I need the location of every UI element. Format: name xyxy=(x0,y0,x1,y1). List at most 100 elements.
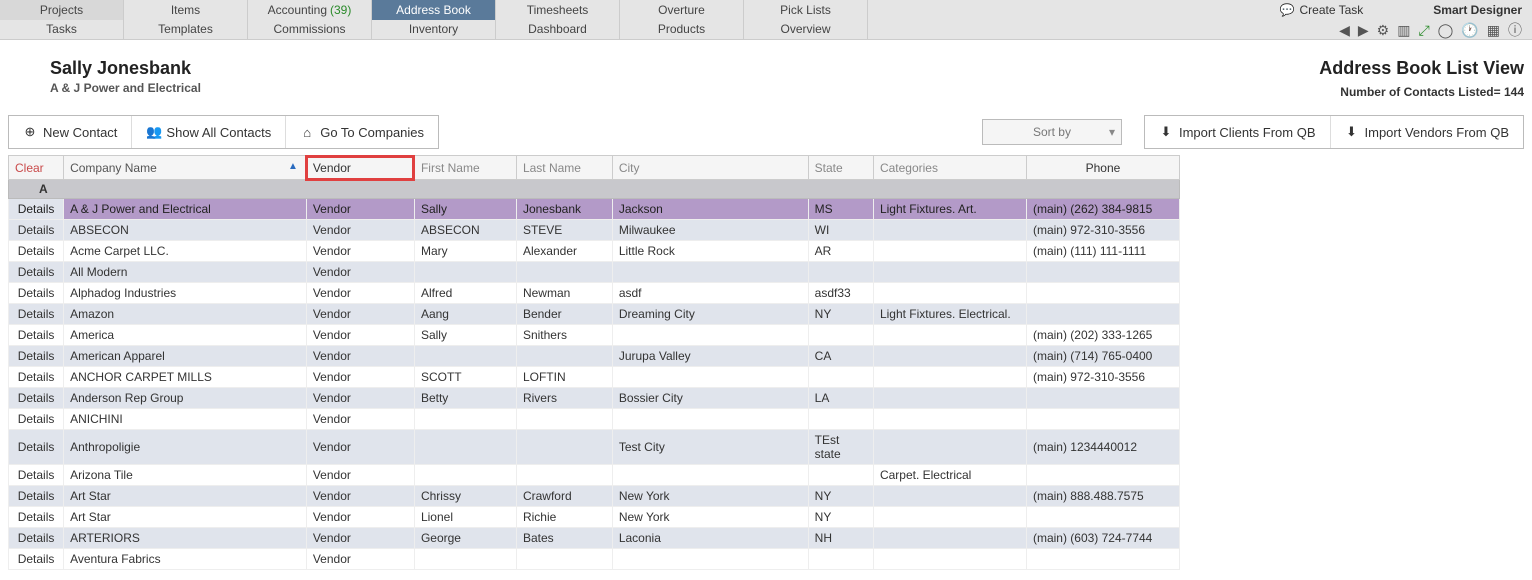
city-cell: asdf xyxy=(612,283,808,304)
nav-tab-commissions[interactable]: Commissions xyxy=(248,20,372,40)
city-header[interactable]: City xyxy=(612,156,808,180)
nav-tab-overview[interactable]: Overview xyxy=(744,20,868,40)
type-cell: Vendor xyxy=(306,528,414,549)
cat-cell xyxy=(873,430,1026,465)
first-cell: SCOTT xyxy=(414,367,516,388)
phone-cell: (main) (111) 111-1111 xyxy=(1026,241,1179,262)
create-task-button[interactable]: 💬 Create Task xyxy=(1279,0,1363,20)
details-cell[interactable]: Details xyxy=(9,346,64,367)
first-cell: Alfred xyxy=(414,283,516,304)
table-row[interactable]: DetailsANCHOR CARPET MILLSVendorSCOTTLOF… xyxy=(9,367,1180,388)
details-cell[interactable]: Details xyxy=(9,486,64,507)
type-cell: Vendor xyxy=(306,304,414,325)
sort-by-dropdown[interactable]: Sort by xyxy=(982,119,1122,145)
table-row[interactable]: DetailsArizona TileVendorCarpet. Electri… xyxy=(9,465,1180,486)
section-letter: A xyxy=(9,180,1180,199)
details-cell[interactable]: Details xyxy=(9,388,64,409)
home-icon: ⌂ xyxy=(300,125,314,140)
table-row[interactable]: DetailsAmazonVendorAangBenderDreaming Ci… xyxy=(9,304,1180,325)
show-all-contacts-button[interactable]: 👥 Show All Contacts xyxy=(132,116,286,148)
details-cell[interactable]: Details xyxy=(9,549,64,570)
nav-tab-dashboard[interactable]: Dashboard xyxy=(496,20,620,40)
grid-icon[interactable]: ▦ xyxy=(1487,22,1500,39)
type-cell: Vendor xyxy=(306,465,414,486)
table-row[interactable]: DetailsAlphadog IndustriesVendorAlfredNe… xyxy=(9,283,1180,304)
phone-cell xyxy=(1026,262,1179,283)
table-row[interactable]: DetailsA & J Power and ElectricalVendorS… xyxy=(9,199,1180,220)
import-clients-button[interactable]: ⬇ Import Clients From QB xyxy=(1145,116,1331,148)
import-vendors-button[interactable]: ⬇ Import Vendors From QB xyxy=(1331,116,1524,148)
cat-cell xyxy=(873,528,1026,549)
nav-tab-accounting[interactable]: Accounting (39) xyxy=(248,0,372,20)
nav-tab-templates[interactable]: Templates xyxy=(124,20,248,40)
nav-tab-inventory[interactable]: Inventory xyxy=(372,20,496,40)
company-header[interactable]: Company Name xyxy=(64,156,307,180)
table-row[interactable]: DetailsARTERIORSVendorGeorgeBatesLaconia… xyxy=(9,528,1180,549)
expand-icon[interactable]: ⤢ xyxy=(1418,22,1429,39)
table-row[interactable]: DetailsAmerican ApparelVendorJurupa Vall… xyxy=(9,346,1180,367)
phone-header[interactable]: Phone xyxy=(1026,156,1179,180)
table-row[interactable]: DetailsANICHINIVendor xyxy=(9,409,1180,430)
go-to-companies-button[interactable]: ⌂ Go To Companies xyxy=(286,116,438,148)
details-cell[interactable]: Details xyxy=(9,528,64,549)
gear-icon[interactable]: ⚙ xyxy=(1377,22,1390,39)
nav-tab-timesheets[interactable]: Timesheets xyxy=(496,0,620,20)
details-cell[interactable]: Details xyxy=(9,465,64,486)
last-name-header[interactable]: Last Name xyxy=(516,156,612,180)
smart-designer-label: Smart Designer xyxy=(1433,3,1522,17)
speech-icon: 💬 xyxy=(1279,3,1293,17)
table-row[interactable]: DetailsAnderson Rep GroupVendorBettyRive… xyxy=(9,388,1180,409)
clock-icon[interactable]: 🕐 xyxy=(1461,22,1478,39)
table-row[interactable]: DetailsAll ModernVendor xyxy=(9,262,1180,283)
table-row[interactable]: DetailsAmericaVendorSallySnithers(main) … xyxy=(9,325,1180,346)
nav-tab-tasks[interactable]: Tasks xyxy=(0,20,124,40)
last-cell: Crawford xyxy=(516,486,612,507)
last-cell: Bates xyxy=(516,528,612,549)
vendor-header[interactable]: Vendor xyxy=(306,156,414,180)
nav-tab-items[interactable]: Items xyxy=(124,0,248,20)
contact-count: Number of Contacts Listed= 144 xyxy=(1319,85,1524,99)
state-cell: NY xyxy=(808,304,873,325)
first-name-header[interactable]: First Name xyxy=(414,156,516,180)
clear-header[interactable]: Clear xyxy=(9,156,64,180)
table-row[interactable]: DetailsArt StarVendorLionelRichieNew Yor… xyxy=(9,507,1180,528)
table-row[interactable]: DetailsABSECONVendorABSECONSTEVEMilwauke… xyxy=(9,220,1180,241)
details-cell[interactable]: Details xyxy=(9,220,64,241)
details-cell[interactable]: Details xyxy=(9,262,64,283)
nav-next-icon[interactable]: ▶ xyxy=(1358,22,1369,39)
table-row[interactable]: DetailsAventura FabricsVendor xyxy=(9,549,1180,570)
phone-cell xyxy=(1026,465,1179,486)
details-cell[interactable]: Details xyxy=(9,367,64,388)
table-row[interactable]: DetailsAcme Carpet LLC.VendorMaryAlexand… xyxy=(9,241,1180,262)
header-row: Clear Company Name Vendor First Name Las… xyxy=(9,156,1180,180)
cat-cell xyxy=(873,486,1026,507)
nav-tab-pick-lists[interactable]: Pick Lists xyxy=(744,0,868,20)
categories-header[interactable]: Categories xyxy=(873,156,1026,180)
details-cell[interactable]: Details xyxy=(9,304,64,325)
details-cell[interactable]: Details xyxy=(9,283,64,304)
phone-cell xyxy=(1026,388,1179,409)
info-icon[interactable]: ⓘ xyxy=(1508,20,1522,40)
details-cell[interactable]: Details xyxy=(9,241,64,262)
nav-prev-icon[interactable]: ◀ xyxy=(1339,22,1350,39)
state-cell: MS xyxy=(808,199,873,220)
nav-tab-products[interactable]: Products xyxy=(620,20,744,40)
new-contact-button[interactable]: ⊕ New Contact xyxy=(9,116,132,148)
nav-tab-projects[interactable]: Projects xyxy=(0,0,124,20)
details-cell[interactable]: Details xyxy=(9,409,64,430)
nav-tab-overture[interactable]: Overture xyxy=(620,0,744,20)
details-cell[interactable]: Details xyxy=(9,430,64,465)
details-cell[interactable]: Details xyxy=(9,325,64,346)
table-row[interactable]: DetailsArt StarVendorChrissyCrawfordNew … xyxy=(9,486,1180,507)
table-row[interactable]: DetailsAnthropoligieVendorTest CityTEst … xyxy=(9,430,1180,465)
type-cell: Vendor xyxy=(306,367,414,388)
cat-cell xyxy=(873,220,1026,241)
type-cell: Vendor xyxy=(306,262,414,283)
details-cell[interactable]: Details xyxy=(9,507,64,528)
nav-tab-address-book[interactable]: Address Book xyxy=(372,0,496,20)
state-header[interactable]: State xyxy=(808,156,873,180)
user-icon[interactable]: ◯ xyxy=(1438,22,1454,39)
details-cell[interactable]: Details xyxy=(9,199,64,220)
company-cell: All Modern xyxy=(64,262,307,283)
layout-icon[interactable]: ▥ xyxy=(1397,22,1410,39)
